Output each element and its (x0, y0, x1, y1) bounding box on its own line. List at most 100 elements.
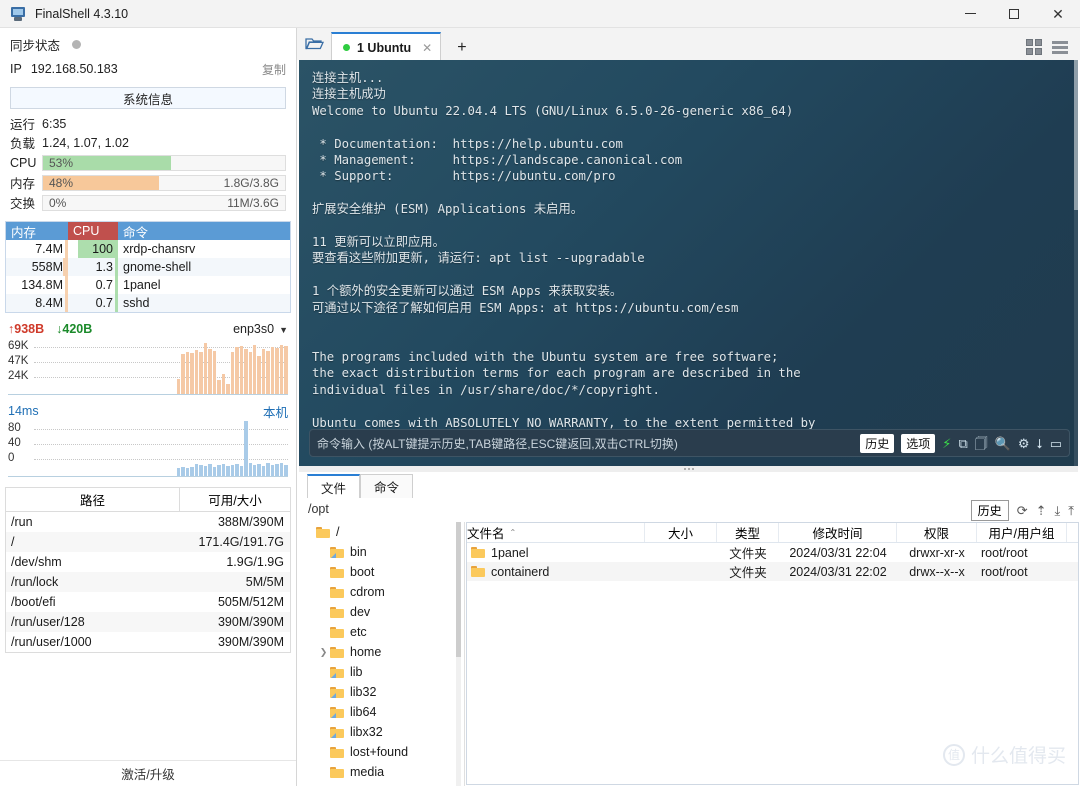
file-panel-tab-commands[interactable]: 命令 (360, 474, 413, 498)
network-download: ↓420B (56, 322, 92, 336)
search-icon[interactable]: 🔍 (995, 437, 1011, 450)
command-bar-actions: 历史 选项 ⚡ ⧉ 🗍 🔍 ⚙ ⭣ ▭ (860, 434, 1062, 453)
tree-node--[interactable]: / (299, 522, 464, 542)
process-header-mem[interactable]: 内存 (6, 222, 68, 240)
process-table-header: 内存 CPU 命令 (6, 222, 290, 240)
tab-strip-actions (1026, 39, 1080, 60)
file-path-row[interactable]: /opt (299, 498, 1080, 520)
file-list-header-type[interactable]: 类型 (717, 523, 779, 542)
disk-row[interactable]: /run388M/390M (6, 512, 290, 532)
folder-icon (471, 547, 485, 558)
disk-path: /run (6, 512, 180, 532)
file-list-row[interactable]: containerd文件夹2024/03/31 22:02drwx--x--xr… (467, 562, 1078, 581)
tree-node-lib[interactable]: lib (299, 662, 464, 682)
open-folder-button[interactable] (297, 28, 331, 60)
command-history-button[interactable]: 历史 (860, 434, 894, 453)
file-list-header-name[interactable]: 文件名⌃ (467, 523, 645, 542)
graph-y-label: 47K (8, 355, 28, 367)
current-path: /opt (308, 502, 329, 516)
tree-node-etc[interactable]: etc (299, 622, 464, 642)
process-row[interactable]: 8.4M0.7sshd (6, 294, 290, 312)
disk-row[interactable]: /dev/shm1.9G/1.9G (6, 552, 290, 572)
file-list-header-perm[interactable]: 权限 (897, 523, 977, 542)
folder-icon (330, 707, 344, 718)
gear-icon[interactable]: ⚙ (1018, 437, 1030, 450)
file-name-cell: containerd (467, 565, 645, 579)
paste-icon[interactable]: 🗍 (975, 437, 988, 450)
terminal-output[interactable]: 连接主机... 连接主机成功 Welcome to Ubuntu 22.04.4… (299, 60, 1078, 466)
ping-value: 14ms (8, 404, 39, 418)
maximize-button[interactable] (992, 0, 1036, 28)
ip-value: 192.168.50.183 (31, 62, 118, 76)
activate-upgrade-button[interactable]: 激活/升级 (0, 760, 296, 786)
download-file-icon[interactable]: ⤓ (1055, 503, 1061, 519)
folder-icon (471, 566, 485, 577)
command-options-button[interactable]: 选项 (901, 434, 935, 453)
connection-status-icon (343, 44, 350, 51)
terminal-tab-ubuntu[interactable]: 1 Ubuntu ✕ (331, 32, 441, 61)
disk-row[interactable]: /171.4G/191.7G (6, 532, 290, 552)
ping-latency-graph: 80400 (8, 421, 288, 477)
tree-node-cdrom[interactable]: cdrom (299, 582, 464, 602)
tree-node-lib32[interactable]: lib32 (299, 682, 464, 702)
directory-tree: /binbootcdromdevetc❯homeliblib32lib64lib… (299, 522, 464, 786)
download-icon[interactable]: ⭣ (1037, 437, 1043, 450)
graph-y-label: 69K (8, 340, 28, 352)
file-owner-cell: root/root (977, 565, 1067, 579)
command-input-bar[interactable]: 命令输入 (按ALT键提示历史,TAB键路径,ESC键返回,双击CTRL切换) … (309, 429, 1070, 457)
resource-meters: CPU53%内存48%1.8G/3.8G交换0%11M/3.6G (0, 153, 296, 212)
file-list-row[interactable]: 1panel文件夹2024/03/31 22:04drwxr-xr-xroot/… (467, 543, 1078, 562)
disk-header-size[interactable]: 可用/大小 (180, 488, 290, 511)
folder-icon (330, 587, 344, 598)
tree-node-lost-found[interactable]: lost+found (299, 742, 464, 762)
file-panel-body: /binbootcdromdevetc❯homeliblib32lib64lib… (299, 522, 1080, 786)
folder-icon (330, 767, 344, 778)
disk-row[interactable]: /run/user/128390M/390M (6, 612, 290, 632)
tree-node-boot[interactable]: boot (299, 562, 464, 582)
new-tab-button[interactable]: + (450, 39, 473, 60)
window-icon[interactable]: ▭ (1050, 437, 1062, 450)
close-tab-icon[interactable]: ✕ (422, 41, 432, 55)
file-list-header-owner[interactable]: 用户/用户组 (977, 523, 1067, 542)
grid-view-icon[interactable] (1026, 39, 1042, 55)
bolt-icon[interactable]: ⚡ (942, 437, 951, 450)
file-panel-tab-files[interactable]: 文件 (307, 474, 360, 498)
process-header-cmd[interactable]: 命令 (118, 222, 290, 240)
list-view-icon[interactable] (1052, 41, 1068, 54)
tree-node-home[interactable]: ❯home (299, 642, 464, 662)
file-history-button[interactable]: 历史 (971, 500, 1009, 521)
network-interface-select[interactable]: enp3s0▼ (233, 322, 288, 336)
tree-node-libx32[interactable]: libx32 (299, 722, 464, 742)
upload-file-icon[interactable]: ⤒ (1068, 503, 1074, 519)
disk-header-path[interactable]: 路径 (6, 488, 180, 511)
tree-node-bin[interactable]: bin (299, 542, 464, 562)
copy-ip-button[interactable]: 复制 (262, 61, 286, 78)
upload-icon[interactable]: ⇡ (1036, 503, 1047, 519)
minimize-button[interactable] (948, 0, 992, 28)
tree-scrollbar[interactable] (456, 522, 461, 786)
folder-icon (330, 727, 344, 738)
maximize-icon (1009, 9, 1019, 19)
system-info-button[interactable]: 系统信息 (10, 87, 286, 109)
tree-node-lib64[interactable]: lib64 (299, 702, 464, 722)
meter-label: 内存 (10, 173, 42, 192)
file-perm-cell: drwxr-xr-x (897, 546, 977, 560)
close-button[interactable]: ✕ (1036, 0, 1080, 28)
refresh-icon[interactable]: ⟳ (1017, 503, 1028, 519)
copy-icon[interactable]: ⧉ (958, 437, 967, 450)
disk-row[interactable]: /boot/efi505M/512M (6, 592, 290, 612)
file-mtime-cell: 2024/03/31 22:04 (779, 546, 897, 560)
file-owner-cell: root/root (977, 546, 1067, 560)
tree-node-media[interactable]: media (299, 762, 464, 782)
process-row[interactable]: 134.8M0.71panel (6, 276, 290, 294)
file-list-header-mtime[interactable]: 修改时间 (779, 523, 897, 542)
terminal-scrollbar[interactable] (1074, 60, 1078, 466)
tree-node-dev[interactable]: dev (299, 602, 464, 622)
disk-row[interactable]: /run/user/1000390M/390M (6, 632, 290, 652)
expand-chevron-icon[interactable]: ❯ (317, 647, 330, 658)
process-row[interactable]: 7.4M100xrdp-chansrv (6, 240, 290, 258)
process-header-cpu[interactable]: CPU (68, 222, 118, 240)
file-list-header-size[interactable]: 大小 (645, 523, 717, 542)
process-row[interactable]: 558M1.3gnome-shell (6, 258, 290, 276)
disk-row[interactable]: /run/lock5M/5M (6, 572, 290, 592)
